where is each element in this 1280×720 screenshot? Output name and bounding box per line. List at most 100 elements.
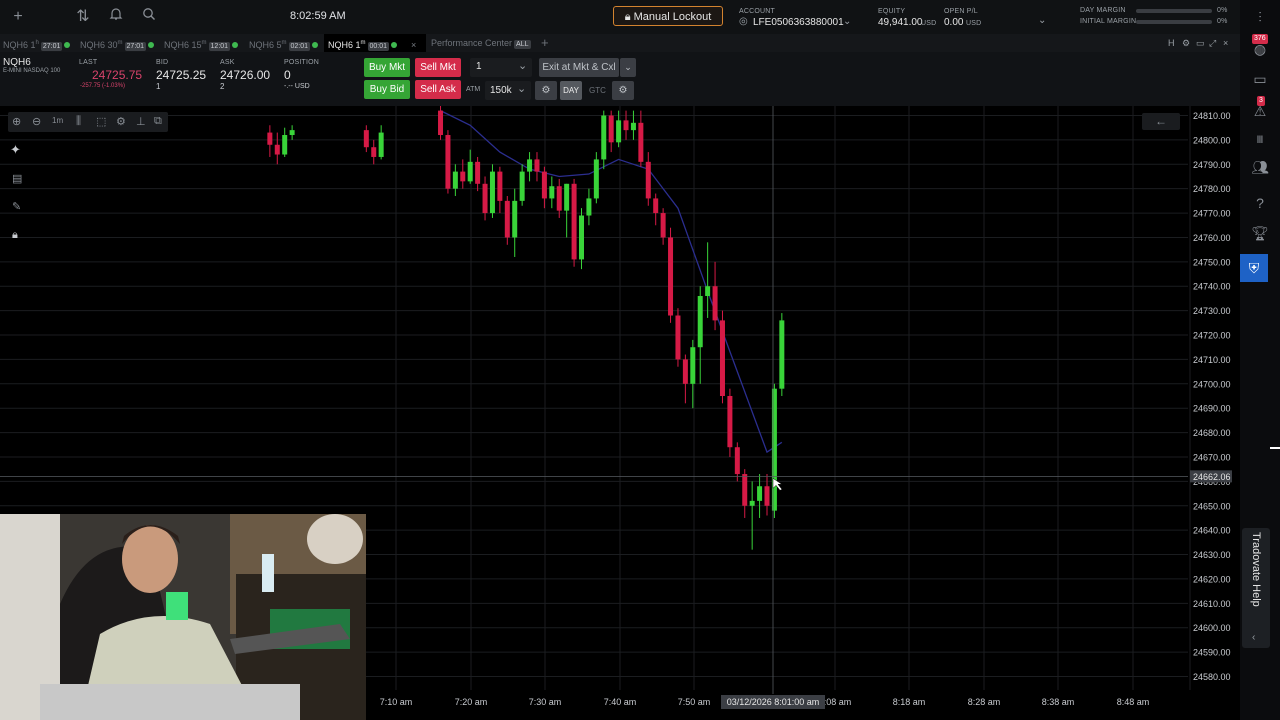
time-tick-label: 8:48 am	[1117, 697, 1150, 707]
quantity-value: 1	[476, 61, 482, 72]
ask-price: 24726.00	[220, 68, 271, 82]
candle-down	[363, 125, 369, 153]
plus-icon[interactable]: +	[7, 6, 29, 28]
candle-down	[556, 178, 562, 218]
account-id: LFE0506363880001	[753, 17, 844, 28]
atm-select[interactable]: 150k ⌄	[485, 81, 531, 100]
close-icon[interactable]: ×	[1223, 34, 1228, 52]
chevron-down-icon[interactable]: ⌄	[1038, 15, 1046, 26]
tab-interval-unit: h	[35, 40, 39, 46]
gear-icon[interactable]: ⚙	[116, 115, 126, 128]
copy-icon[interactable]: ⧉	[154, 115, 162, 128]
price-tick-label: 24690.00	[1193, 404, 1231, 414]
candle-body	[489, 171, 495, 214]
tab-label: NQH6 15	[164, 40, 202, 50]
help-tab-label: Tradovate Help	[1250, 532, 1262, 607]
interval-button[interactable]: 1m	[52, 116, 63, 125]
pencil-icon[interactable]: ✎	[12, 200, 21, 213]
tab-timer: 00:01	[367, 42, 390, 51]
bars-icon[interactable]: Ⅲ	[1249, 130, 1271, 152]
message-icon[interactable]: ▭	[1249, 68, 1271, 90]
gear-icon[interactable]: ⚙	[612, 81, 634, 100]
window-icon[interactable]: ▭	[1196, 34, 1205, 52]
candle-body	[475, 161, 481, 184]
day-toggle[interactable]: DAY	[560, 81, 582, 100]
community-icon[interactable]: 👥︎	[1249, 156, 1271, 178]
help-circle-icon[interactable]: ?	[1249, 192, 1271, 214]
candle-up	[512, 188, 518, 257]
transfer-arrows-icon[interactable]: ⇅	[72, 6, 94, 28]
select-area-icon[interactable]: ⬚	[96, 115, 106, 128]
candle-type-icon[interactable]: ⫼	[76, 115, 81, 128]
candle-up	[564, 183, 570, 238]
sell-market-button[interactable]: Sell Mkt	[415, 58, 461, 77]
open-pl-label: OPEN P/L	[944, 8, 978, 15]
sliders-icon[interactable]: ⫶	[1249, 6, 1271, 28]
zoom-out-icon[interactable]: ⊖	[32, 115, 41, 128]
initial-margin-value: 0%	[1217, 18, 1228, 25]
indicator-icon[interactable]: ⊥	[136, 115, 146, 128]
sell-ask-button[interactable]: Sell Ask	[415, 80, 461, 99]
search-icon[interactable]	[138, 6, 160, 28]
tab-nqh6-5m[interactable]: NQH6 5m 02:01	[249, 34, 319, 52]
candle-body	[452, 171, 458, 189]
bell-icon[interactable]	[105, 6, 127, 28]
candle-up	[467, 149, 473, 184]
candle-up	[282, 127, 288, 157]
buy-bid-button[interactable]: Buy Bid	[364, 80, 410, 99]
candle-body	[764, 486, 770, 506]
chevron-down-icon[interactable]: ⌄	[620, 58, 636, 77]
candle-up	[289, 125, 295, 140]
gtc-toggle[interactable]: GTC	[589, 86, 606, 95]
add-tab-plus-icon[interactable]: +	[541, 34, 549, 52]
crosshair-tool-icon[interactable]: ✦	[10, 142, 21, 158]
top-bar: + ⇅ 8:02:59 AM 🔒︎ Manual Lockout ACCOUNT…	[0, 0, 1240, 34]
gear-icon[interactable]: ⚙	[535, 81, 557, 100]
lock-icon[interactable]: 🔒︎	[12, 229, 18, 242]
price-tick-label: 24650.00	[1193, 501, 1231, 511]
scroll-back-arrow-icon[interactable]: ←	[1142, 113, 1180, 130]
zoom-in-icon[interactable]: ⊕	[12, 115, 21, 128]
chevron-left-icon: ‹	[1252, 632, 1256, 643]
candle-down	[274, 132, 280, 165]
tab-label: NQH6 5	[249, 40, 282, 50]
candle-body	[593, 159, 599, 199]
close-icon[interactable]: ×	[411, 40, 416, 50]
notes-icon[interactable]: ▤	[12, 172, 22, 185]
tradovate-help-tab[interactable]: Tradovate Help ‹	[1242, 528, 1270, 648]
candle-down	[445, 130, 451, 194]
time-tick-label: 7:30 am	[529, 697, 562, 707]
candle-up	[757, 474, 763, 518]
day-margin-value: 0%	[1217, 7, 1228, 14]
initial-margin-bar	[1136, 20, 1212, 24]
popout-icon[interactable]: ⤢	[1209, 34, 1216, 52]
last-label: LAST	[79, 59, 98, 66]
candle-body	[645, 161, 651, 199]
buy-market-button[interactable]: Buy Mkt	[364, 58, 410, 77]
quantity-select[interactable]: 1 ⌄	[470, 58, 532, 77]
exit-at-market-cancel-button[interactable]: Exit at Mkt & Cxl	[539, 58, 619, 77]
candle-down	[712, 261, 718, 331]
trophy-icon[interactable]: 🏆︎	[1249, 222, 1271, 244]
candle-down	[438, 106, 444, 140]
bid-label: BID	[156, 59, 169, 66]
candle-down	[727, 388, 733, 457]
tab-performance-center[interactable]: Performance Center ALL	[431, 34, 531, 52]
chevron-down-icon: ⌄	[843, 16, 852, 27]
tab-nqh6-1h[interactable]: NQH6 1h 27:01	[3, 34, 71, 52]
tab-nqh6-30m[interactable]: NQH6 30m 27:01	[80, 34, 155, 52]
shield-icon[interactable]: ⛨	[1240, 254, 1268, 282]
header-h-icon[interactable]: H	[1168, 34, 1175, 52]
position-label: POSITION	[284, 59, 320, 66]
candle-up	[452, 164, 458, 196]
atm-value: 150k	[490, 85, 512, 96]
account-selector[interactable]: ◎ LFE0506363880001 ⌄	[739, 16, 859, 30]
candle-body	[601, 115, 607, 160]
position-usd: -.-- USD	[284, 83, 310, 90]
manual-lockout-button[interactable]: 🔒︎ Manual Lockout	[613, 6, 723, 26]
tab-nqh6-15m[interactable]: NQH6 15m 12:01	[164, 34, 239, 52]
candle-down	[638, 110, 644, 167]
tab-nqh6-1m[interactable]: NQH6 1m 00:01 ×	[324, 34, 426, 52]
price-tick-label: 24630.00	[1193, 550, 1231, 560]
gear-icon[interactable]: ⚙	[1182, 34, 1190, 52]
